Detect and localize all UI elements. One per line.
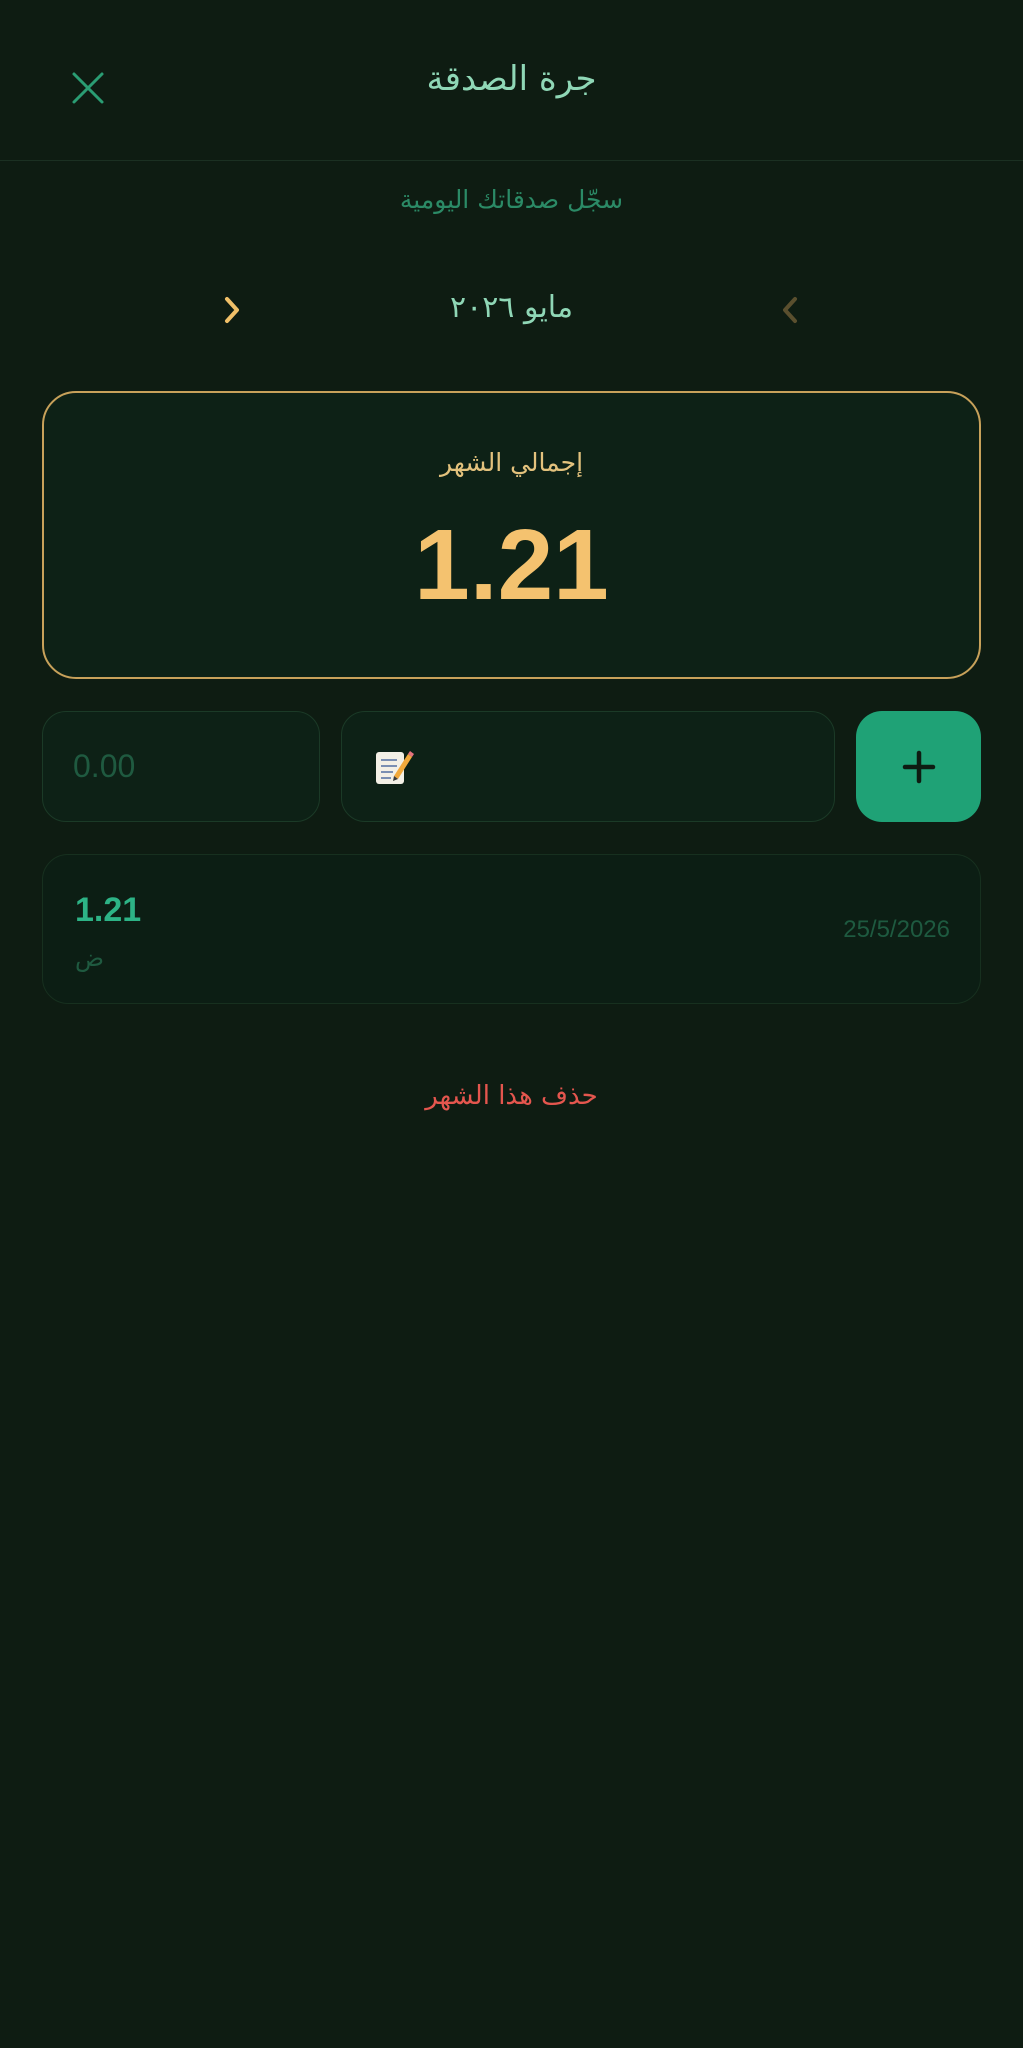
plus-icon <box>902 750 935 783</box>
header: جرة الصدقة <box>0 0 1023 161</box>
note-input[interactable] <box>341 711 835 822</box>
entry-note: ض <box>75 944 105 972</box>
entry-row[interactable]: 1.21 ض 25/5/2026 <box>42 854 981 1004</box>
entry-date: 25/5/2026 <box>843 916 950 943</box>
sadaqah-jar-screen: جرة الصدقة سجّل صدقاتك اليومية مايو ٢٠٢٦… <box>0 0 1023 2048</box>
memo-icon <box>376 751 414 784</box>
monthly-total-value: 1.21 <box>414 509 609 621</box>
delete-month-button[interactable]: حذف هذا الشهر <box>0 1077 1023 1115</box>
chevron-left-icon <box>783 297 797 323</box>
amount-input[interactable] <box>42 711 320 822</box>
monthly-total-card: إجمالي الشهر 1.21 <box>42 391 981 679</box>
add-entry-button[interactable] <box>856 711 981 822</box>
current-month-label: مايو ٢٠٢٦ <box>449 290 574 325</box>
page-title: جرة الصدقة <box>426 59 597 99</box>
monthly-total-label: إجمالي الشهر <box>439 448 584 477</box>
month-navigator: مايو ٢٠٢٦ <box>0 280 1023 340</box>
page-subtitle: سجّل صدقاتك اليومية <box>399 185 624 214</box>
entry-amount: 1.21 <box>75 891 142 929</box>
previous-month-button[interactable] <box>770 280 810 340</box>
